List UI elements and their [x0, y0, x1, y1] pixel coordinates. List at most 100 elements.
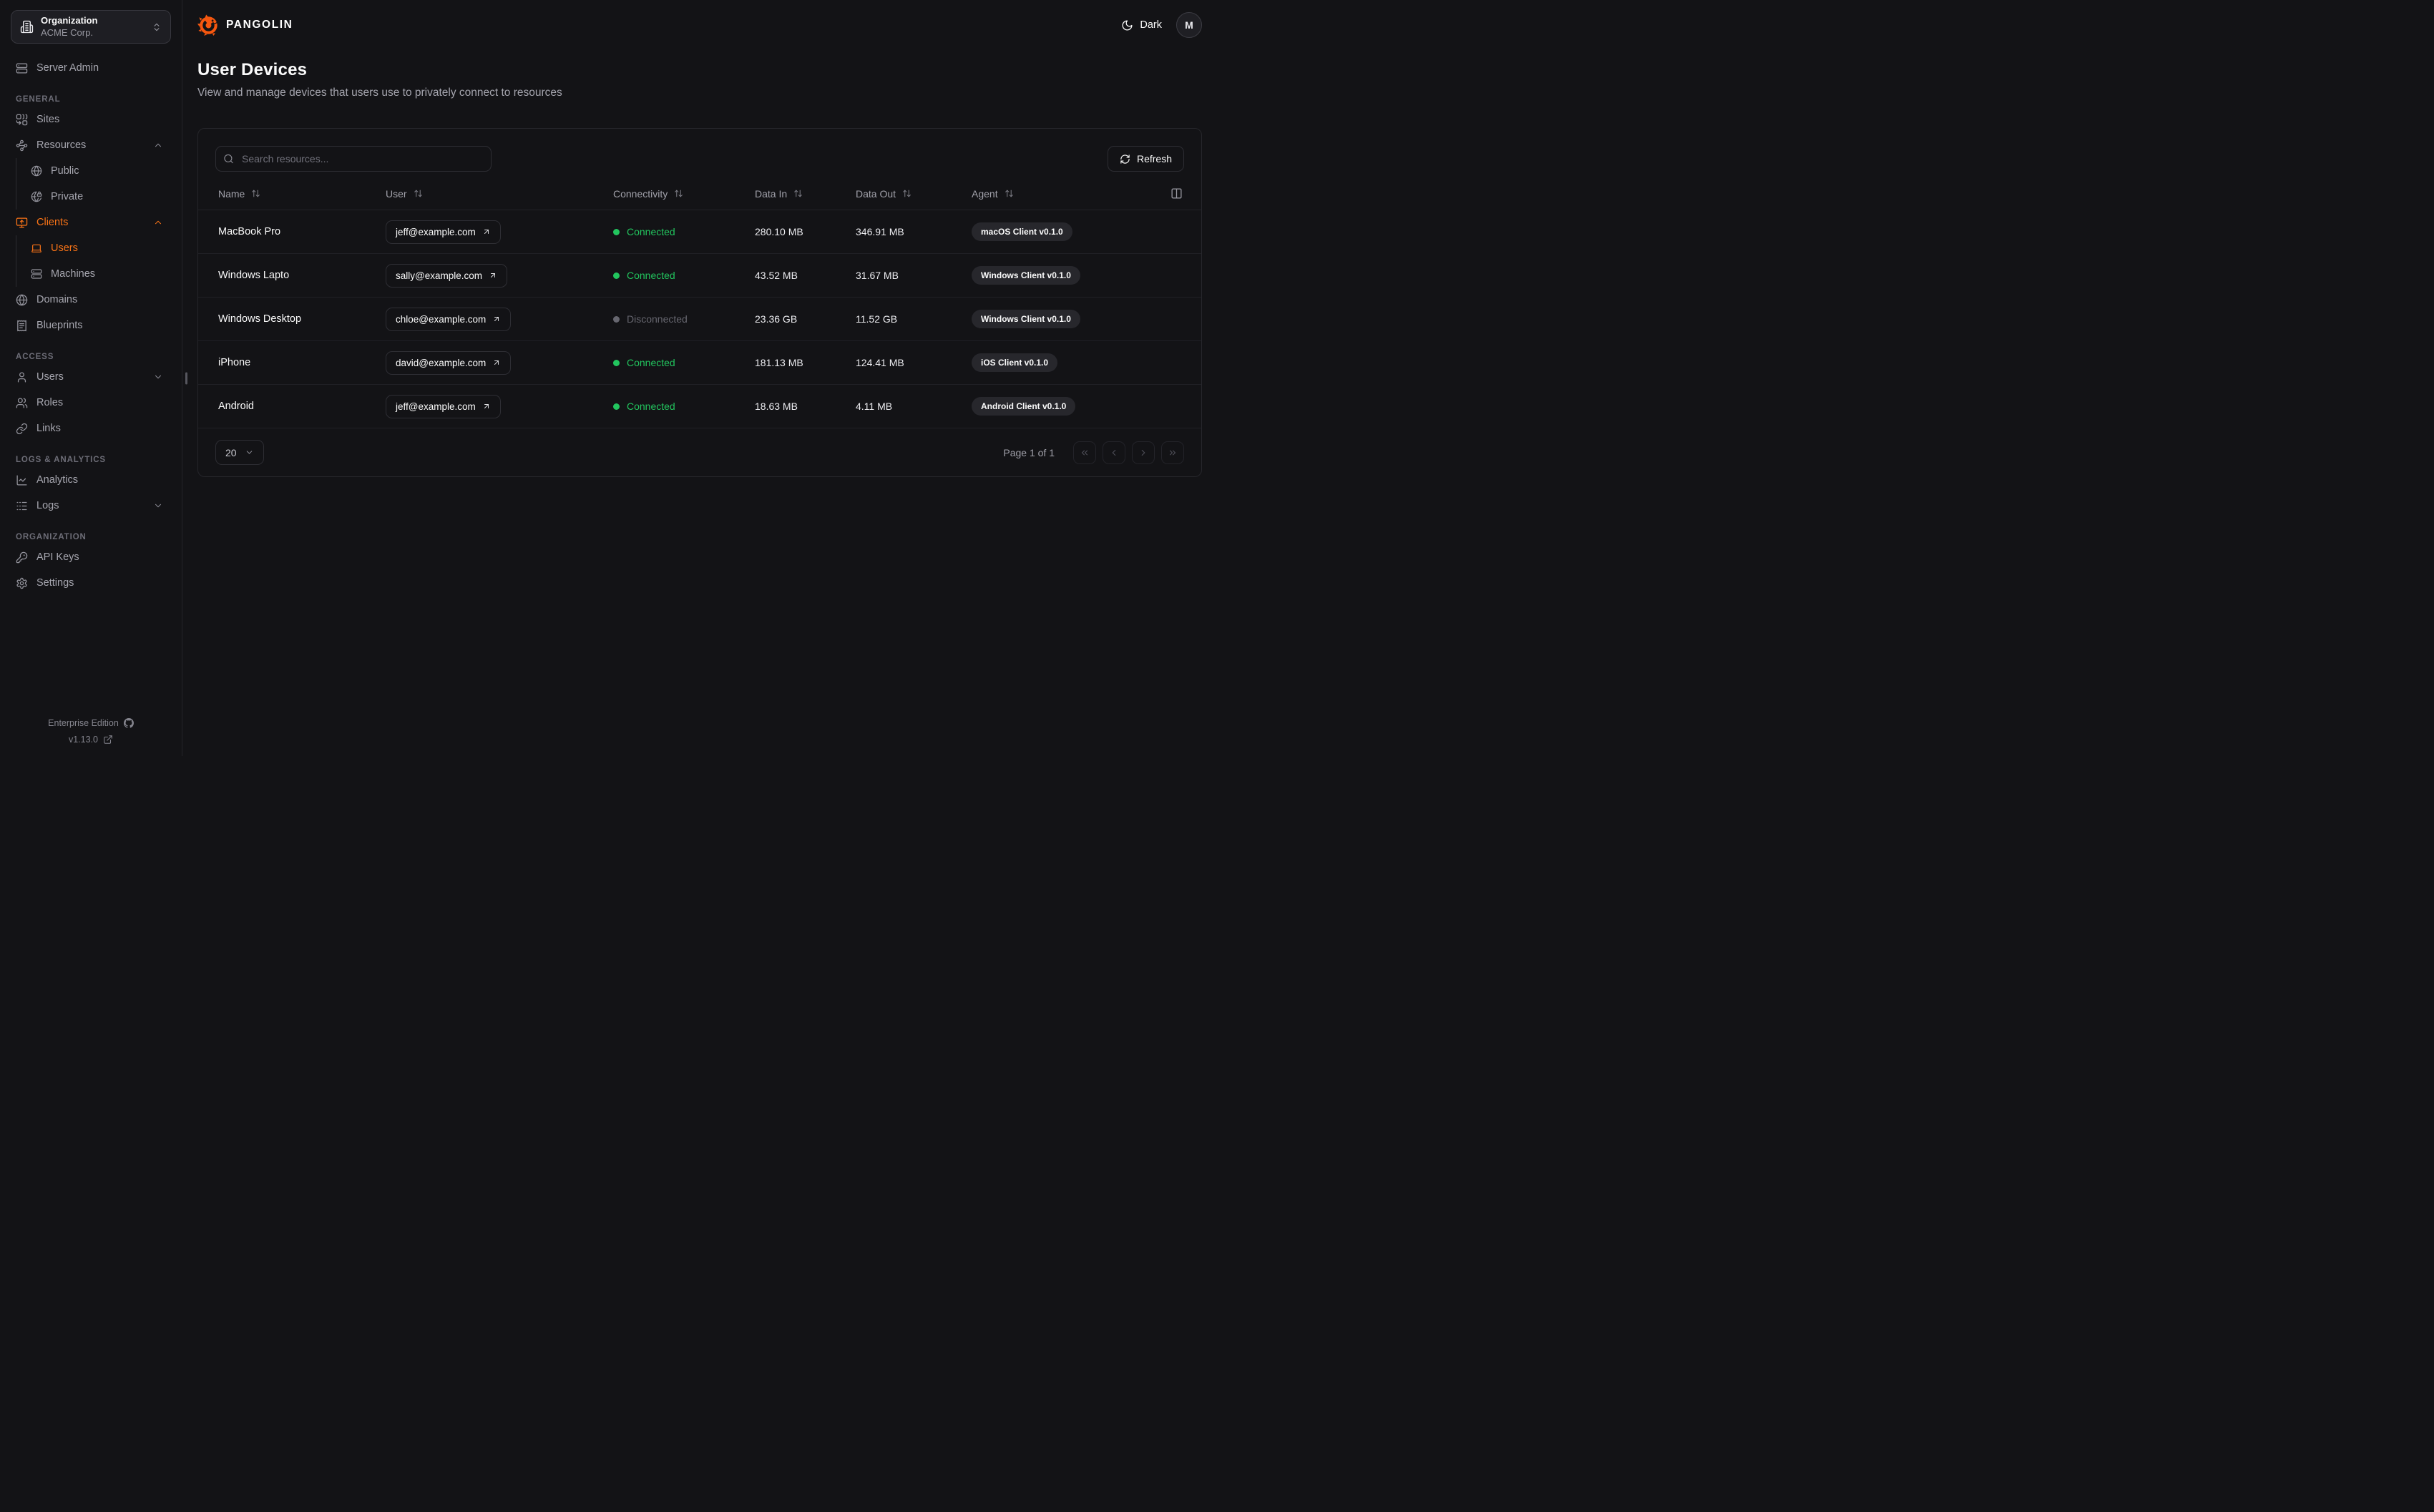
sidebar-item-blueprints[interactable]: Blueprints — [0, 313, 182, 338]
sort-icon — [793, 189, 803, 198]
sidebar-item-server-admin[interactable]: Server Admin — [0, 55, 182, 81]
sidebar-item-clients[interactable]: Clients — [0, 210, 182, 235]
user-cell: jeff@example.com — [386, 220, 613, 244]
column-header-connectivity[interactable]: Connectivity — [613, 188, 755, 200]
arrow-up-right-icon — [492, 358, 501, 367]
sidebar-item-analytics[interactable]: Analytics — [0, 467, 182, 493]
agent-cell: macOS Client v0.1.0 — [972, 222, 1150, 241]
data-in-value: 43.52 MB — [755, 270, 798, 281]
sidebar-item-public[interactable]: Public — [16, 158, 182, 184]
card-toolbar: Refresh — [198, 129, 1201, 172]
prev-page-button[interactable] — [1103, 441, 1125, 464]
search-input[interactable] — [215, 146, 492, 172]
sidebar-item-machines[interactable]: Machines — [16, 261, 182, 287]
table-row: MacBook Pro jeff@example.com Connected 2… — [198, 210, 1201, 254]
status-dot — [613, 315, 620, 323]
user-cell: chloe@example.com — [386, 307, 613, 331]
device-name: Android — [218, 401, 254, 412]
table-row: Android jeff@example.com Connected 18.63… — [198, 385, 1201, 428]
sidebar-item-sites[interactable]: Sites — [0, 107, 182, 132]
next-page-button[interactable] — [1132, 441, 1155, 464]
sidebar-item-domains[interactable]: Domains — [0, 287, 182, 313]
sidebar-item-label: Server Admin — [36, 62, 99, 74]
main-area: PANGOLIN Dark M User Devices View and ma… — [182, 0, 1217, 756]
sidebar-section-organization: ORGANIZATION — [16, 533, 87, 541]
sidebar-item-private[interactable]: Private — [16, 184, 182, 210]
sidebar-resize-handle[interactable] — [185, 372, 187, 384]
user-link-button[interactable]: jeff@example.com — [386, 394, 501, 418]
agent-badge: macOS Client v0.1.0 — [972, 222, 1072, 241]
devices-card: Refresh Name User Connectivity — [197, 128, 1202, 477]
sidebar-item-label: Private — [51, 191, 84, 202]
status-dot — [613, 228, 620, 235]
sidebar-item-label: API Keys — [36, 551, 79, 563]
status-dot — [613, 272, 620, 279]
status-dot — [613, 359, 620, 366]
brand-name: PANGOLIN — [226, 19, 293, 31]
agent-cell: iOS Client v0.1.0 — [972, 353, 1150, 372]
sidebar-item-links[interactable]: Links — [0, 416, 182, 441]
sidebar-item-client-users[interactable]: Users — [16, 235, 182, 261]
sidebar-item-label: Sites — [36, 114, 60, 125]
avatar[interactable]: M — [1176, 12, 1202, 38]
arrow-up-right-icon — [482, 402, 491, 411]
sidebar-item-roles[interactable]: Roles — [0, 390, 182, 416]
column-header-name[interactable]: Name — [218, 188, 386, 200]
app-root: Organization ACME Corp. Server Admin GEN… — [0, 0, 1217, 756]
sidebar-footer: Enterprise Edition v1.13.0 — [0, 708, 182, 756]
sidebar-item-api-keys[interactable]: API Keys — [0, 544, 182, 570]
sidebar-item-resources[interactable]: Resources — [0, 132, 182, 158]
chevron-down-icon — [153, 501, 163, 511]
sort-icon — [251, 189, 260, 198]
edition-link[interactable]: Enterprise Edition — [48, 718, 134, 728]
user-link-button[interactable]: chloe@example.com — [386, 307, 512, 331]
sites-icon — [16, 114, 28, 126]
monitor-up-icon — [16, 217, 28, 229]
user-email: jeff@example.com — [396, 226, 476, 237]
first-page-button[interactable] — [1073, 441, 1096, 464]
device-name: iPhone — [218, 357, 251, 368]
external-link-icon — [103, 735, 113, 745]
sidebar-item-label: Resources — [36, 139, 87, 151]
sort-icon — [414, 189, 423, 198]
brand[interactable]: PANGOLIN — [197, 14, 293, 36]
sidebar-section-logs-analytics: LOGS & ANALYTICS — [16, 456, 107, 464]
globe-icon — [31, 165, 42, 177]
server-icon — [31, 268, 42, 280]
column-header-agent[interactable]: Agent — [972, 188, 1150, 200]
table-row: Windows Desktop chloe@example.com Discon… — [198, 298, 1201, 341]
sidebar-section-general: GENERAL — [16, 95, 61, 104]
data-in-value: 23.36 GB — [755, 313, 798, 325]
sidebar-item-users[interactable]: Users — [0, 364, 182, 390]
user-email: chloe@example.com — [396, 313, 487, 325]
sidebar-section-access: ACCESS — [16, 353, 54, 361]
theme-toggle-label: Dark — [1140, 19, 1162, 31]
org-switcher-label: Organization — [41, 14, 98, 26]
columns-toggle-button[interactable] — [1170, 187, 1183, 200]
column-header-user[interactable]: User — [386, 188, 613, 200]
sidebar-item-logs[interactable]: Logs — [0, 493, 182, 519]
last-page-button[interactable] — [1161, 441, 1184, 464]
column-header-data-in[interactable]: Data In — [755, 188, 856, 200]
page-size-select[interactable]: 20 — [215, 440, 264, 465]
column-label: Data In — [755, 187, 788, 200]
user-link-button[interactable]: sally@example.com — [386, 263, 507, 288]
connectivity-status: Connected — [613, 357, 755, 368]
sidebar-item-label: Public — [51, 165, 79, 177]
refresh-button[interactable]: Refresh — [1107, 146, 1184, 172]
data-out-value: 4.11 MB — [856, 401, 893, 412]
user-link-button[interactable]: jeff@example.com — [386, 220, 501, 244]
topbar-right: Dark M — [1121, 12, 1202, 38]
org-switcher[interactable]: Organization ACME Corp. — [11, 10, 171, 44]
version-link[interactable]: v1.13.0 — [69, 735, 113, 745]
theme-toggle[interactable]: Dark — [1121, 19, 1162, 31]
resources-subnav: Public Private — [16, 158, 182, 210]
status-label: Connected — [627, 226, 675, 237]
chevron-down-icon — [245, 448, 254, 457]
column-label: Name — [218, 187, 245, 200]
user-link-button[interactable]: david@example.com — [386, 350, 512, 375]
version-label: v1.13.0 — [68, 735, 98, 745]
column-header-data-out[interactable]: Data Out — [856, 188, 972, 200]
sidebar-item-settings[interactable]: Settings — [0, 570, 182, 596]
user-cell: david@example.com — [386, 350, 613, 375]
